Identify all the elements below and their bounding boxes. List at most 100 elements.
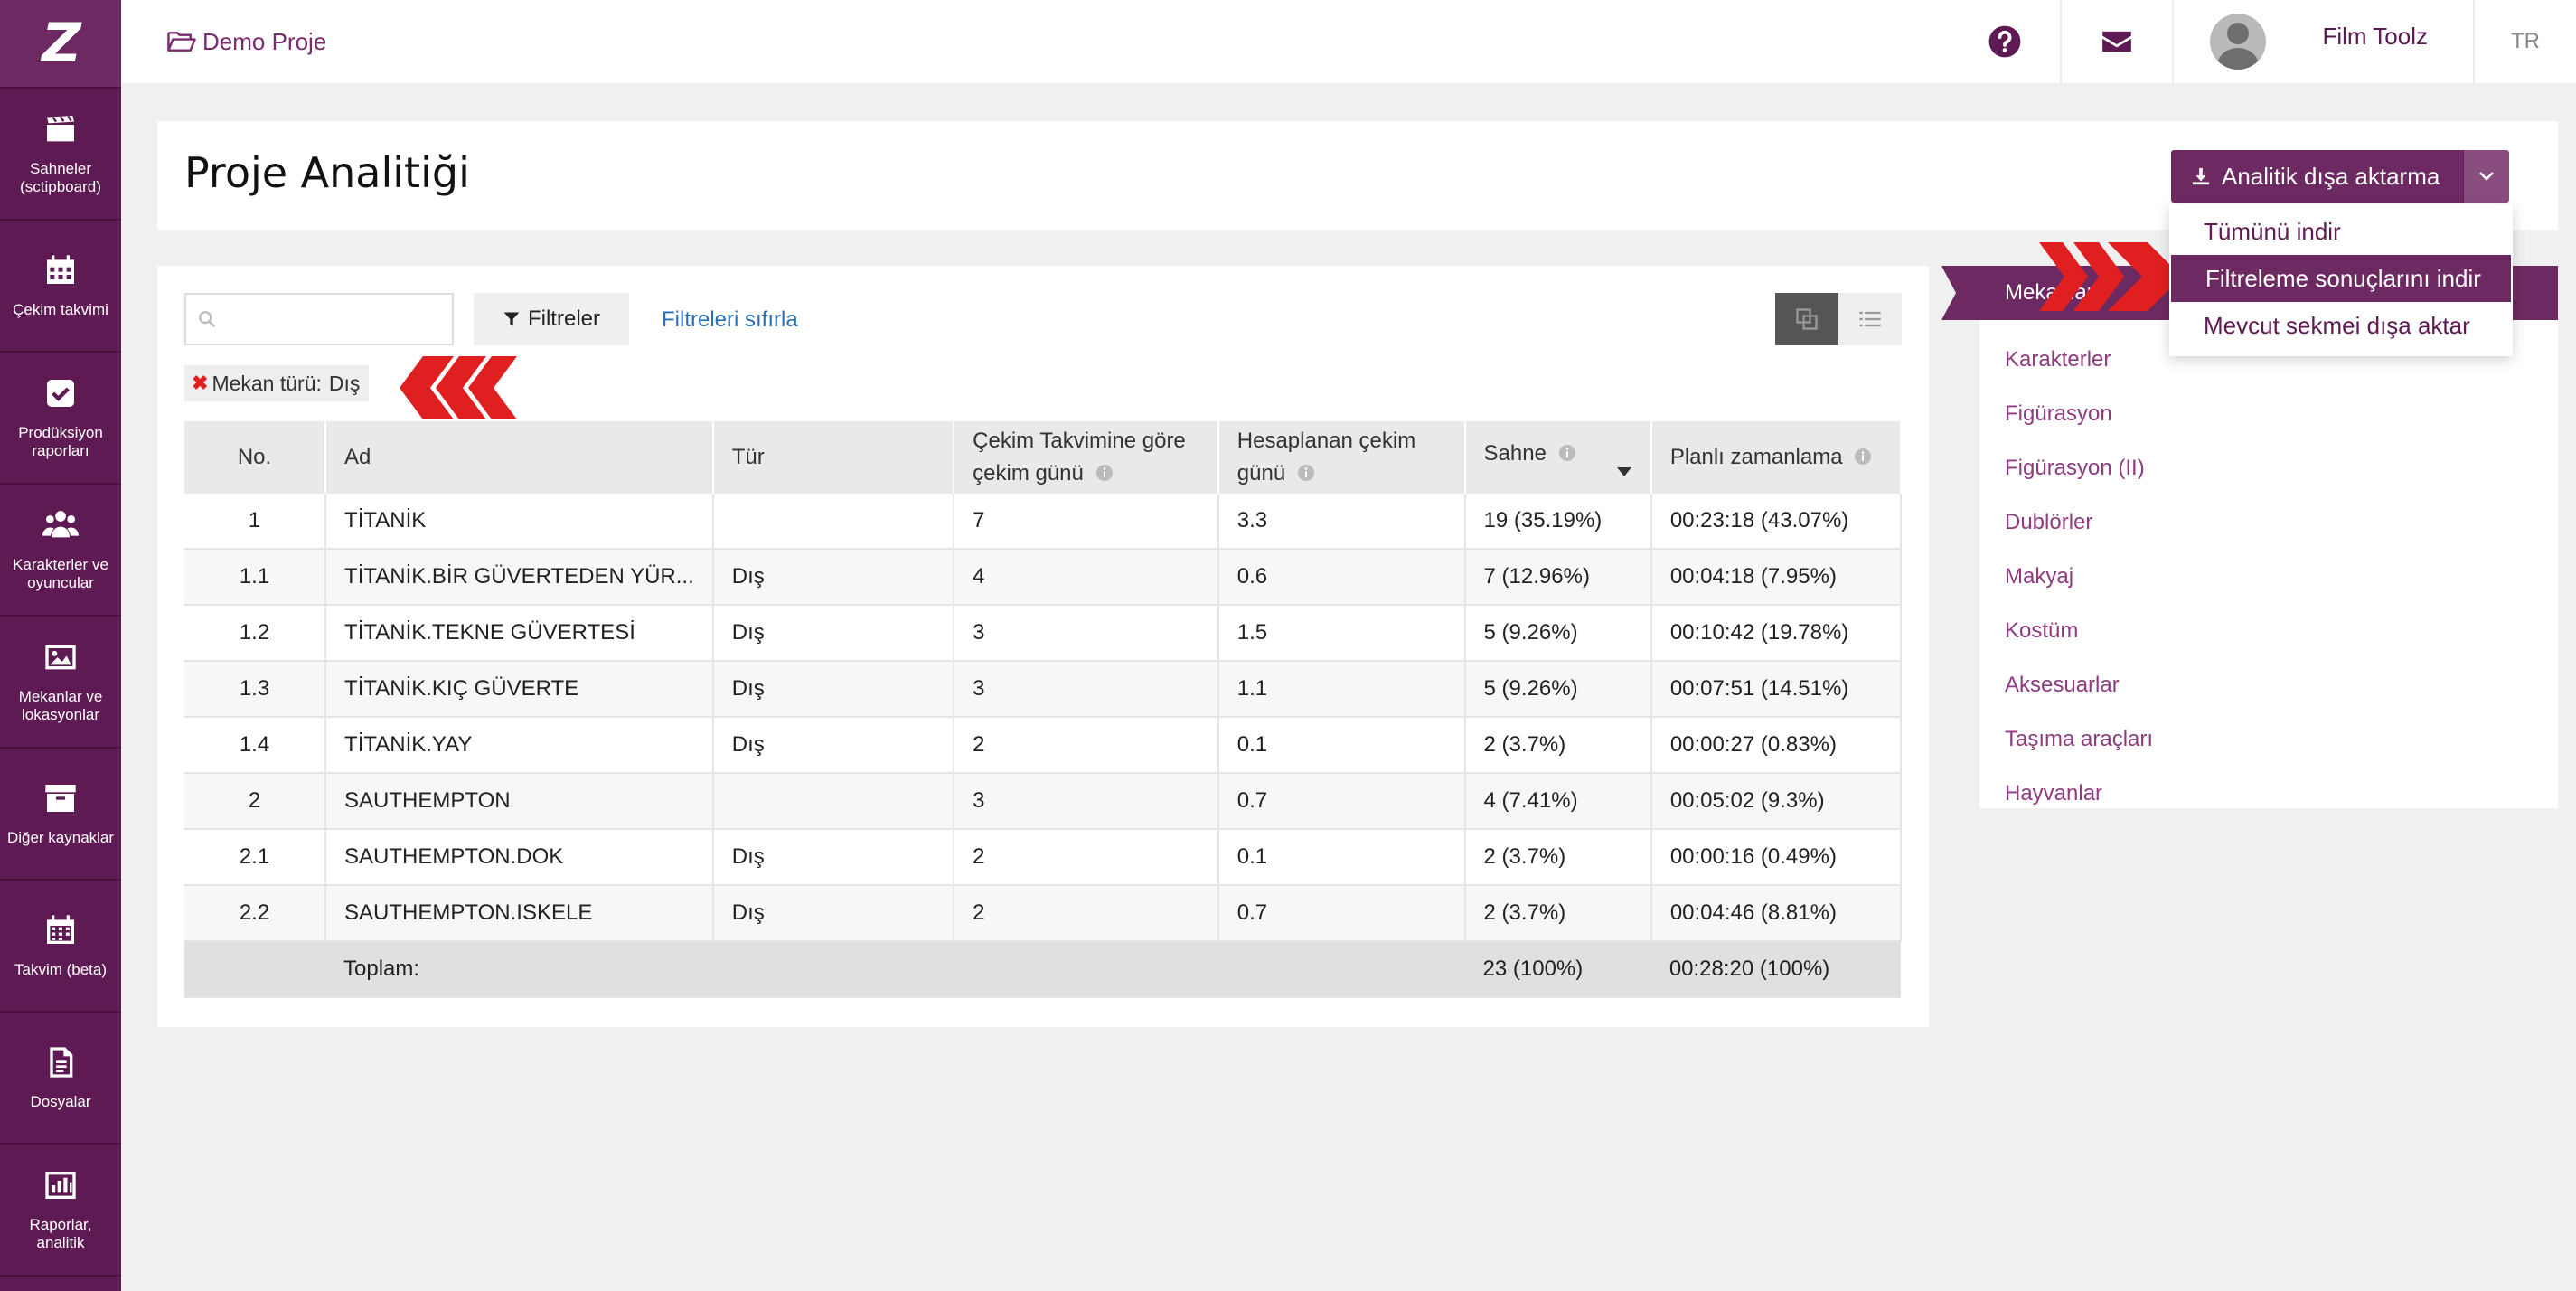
tab-extras-2[interactable]: Figürasyon (II) [2005, 441, 2153, 495]
table-row[interactable]: 2.2 SAUTHEMPTON.ISKELE Dış 2 0.7 2 (3.7%… [184, 885, 1903, 942]
table-row[interactable]: 1.2 TİTANİK.TEKNE GÜVERTESİ Dış 3 1.5 5 … [184, 605, 1903, 662]
breadcrumb[interactable]: Demo Proje [166, 28, 326, 56]
sidebar: Z Sahneler (sctipboard) Çekim takvimi Pr… [0, 0, 121, 1291]
grouped-view-button[interactable] [1775, 293, 1838, 345]
breadcrumb-project[interactable]: Demo Proje [202, 28, 326, 56]
cell-calculated-days: 0.6 [1217, 549, 1466, 606]
table-header-row: No. Ad Tür Çekim Takvimine göre çekim gü… [184, 421, 1903, 494]
cell-schedule-days: 4 [954, 549, 1219, 606]
cell-name: SAUTHEMPTON.DOK [325, 829, 714, 886]
user-menu[interactable]: Film Toolz [2172, 0, 2473, 83]
analytics-table: No. Ad Tür Çekim Takvimine göre çekim gü… [184, 421, 1903, 998]
cell-no: 1.3 [184, 661, 327, 718]
cell-total-label: Toplam: [325, 941, 713, 998]
tab-makeup[interactable]: Makyaj [2005, 550, 2153, 604]
cell-calculated-days: 0.7 [1217, 885, 1466, 942]
menu-item-export-current-tab[interactable]: Mevcut sekmei dışa aktar [2169, 302, 2513, 349]
cell-schedule-days: 7 [954, 494, 1219, 550]
cell-planned: 00:23:18 (43.07%) [1650, 494, 1903, 550]
sidebar-item-label: Dosyalar [30, 1093, 91, 1110]
analytics-card: Filtreler Filtreleri sıfırla ✖ Mekan tür… [157, 266, 1929, 1027]
app-logo[interactable]: Z [0, 0, 121, 89]
table-row[interactable]: 2.1 SAUTHEMPTON.DOK Dış 2 0.1 2 (3.7%) 0… [184, 829, 1903, 886]
tab-costume[interactable]: Kostüm [2005, 604, 2153, 658]
sidebar-item-files[interactable]: Dosyalar [0, 1013, 121, 1145]
help-button[interactable] [1950, 0, 2060, 83]
table-row[interactable]: 2 SAUTHEMPTON 3 0.7 4 (7.41%) 00:05:02 (… [184, 773, 1903, 830]
cell-type: Dış [712, 829, 955, 886]
sidebar-item-calendar-beta[interactable]: Takvim (beta) [0, 881, 121, 1013]
cell-type: Dış [712, 885, 955, 942]
tab-props[interactable]: Aksesuarlar [2005, 658, 2153, 712]
table-row[interactable]: 1 TİTANİK 7 3.3 19 (35.19%) 00:23:18 (43… [184, 494, 1903, 550]
col-header-planned-timing[interactable]: Planlı zamanlama [1650, 421, 1903, 494]
export-dropdown-toggle[interactable] [2463, 150, 2510, 203]
cell-type: Dış [712, 717, 955, 774]
col-header-text: Planlı zamanlama [1669, 445, 1843, 469]
reset-filters-link[interactable]: Filtreleri sıfırla [662, 307, 798, 333]
menu-item-download-all[interactable]: Tümünü indir [2169, 208, 2513, 255]
export-analytics-button[interactable]: Analitik dışa aktarma [2171, 150, 2464, 203]
cell-name: TİTANİK.KIÇ GÜVERTE [325, 661, 714, 718]
tab-extras[interactable]: Figürasyon [2005, 387, 2153, 441]
user-name: Film Toolz [2322, 22, 2428, 50]
clone-icon [1796, 308, 1818, 330]
sort-descending-icon[interactable] [1616, 466, 1632, 477]
table-row[interactable]: 1.1 TİTANİK.BİR GÜVERTEDEN YÜR... Dış 4 … [184, 549, 1903, 606]
chip-label: Mekan türü: [212, 371, 322, 395]
list-view-button[interactable] [1838, 293, 1902, 345]
tab-stunts[interactable]: Dublörler [2005, 495, 2153, 550]
col-header-type[interactable]: Tür [712, 421, 955, 494]
sidebar-item-label: Raporlar, analitik [29, 1216, 92, 1251]
cell-no: 2 [184, 773, 327, 830]
sidebar-item-production-reports[interactable]: Prodüksiyon raporları [0, 353, 121, 485]
tab-animals[interactable]: Hayvanlar [2005, 767, 2153, 821]
cell-schedule-days: 3 [954, 661, 1219, 718]
image-icon [45, 645, 76, 670]
sidebar-item-label: Takvim (beta) [14, 961, 108, 978]
table-row[interactable]: 1.3 TİTANİK.KIÇ GÜVERTE Dış 3 1.1 5 (9.2… [184, 661, 1903, 718]
export-label: Analitik dışa aktarma [2222, 162, 2440, 190]
col-header-no[interactable]: No. [184, 421, 327, 494]
sidebar-item-characters[interactable]: Karakterler ve oyuncular [0, 485, 121, 617]
cell-total-scene: 23 (100%) [1464, 941, 1651, 998]
language-switcher[interactable]: TR [2473, 0, 2576, 83]
cell-scene: 5 (9.26%) [1464, 661, 1652, 718]
sidebar-item-reports-analytics[interactable]: Raporlar, analitik [0, 1145, 121, 1277]
tab-characters[interactable]: Karakterler [2005, 333, 2153, 387]
cell-no: 1 [184, 494, 327, 550]
cell-planned: 00:04:18 (7.95%) [1650, 549, 1903, 606]
filter-funnel-icon [503, 312, 520, 326]
messages-button[interactable] [2060, 0, 2172, 83]
col-header-text: Çekim Takvimine göre [973, 429, 1186, 453]
top-right-controls: Film Toolz TR [1950, 0, 2576, 83]
col-header-scene[interactable]: Sahne [1464, 421, 1652, 494]
bar-chart-icon [45, 1172, 76, 1199]
cell-schedule-days: 3 [954, 773, 1219, 830]
sidebar-item-locations[interactable]: Mekanlar ve lokasyonlar [0, 617, 121, 749]
question-circle-icon [1989, 25, 2021, 58]
menu-item-download-filtered[interactable]: Filtreleme sonuçlarını indir [2171, 255, 2511, 302]
col-header-schedule-days[interactable]: Çekim Takvimine göre çekim günü [954, 421, 1219, 494]
sidebar-item-scenes[interactable]: Sahneler (sctipboard) [0, 89, 121, 221]
cell-empty [1217, 941, 1465, 998]
col-header-calculated-days[interactable]: Hesaplanan çekim günü [1217, 421, 1466, 494]
cell-type: Dış [712, 605, 955, 662]
cell-planned: 00:07:51 (14.51%) [1650, 661, 1903, 718]
table-row[interactable]: 1.4 TİTANİK.YAY Dış 2 0.1 2 (3.7%) 00:00… [184, 717, 1903, 774]
cell-type [712, 494, 955, 550]
cell-no: 2.2 [184, 885, 327, 942]
tab-vehicles[interactable]: Taşıma araçları [2005, 712, 2153, 767]
sidebar-item-label: Diğer kaynaklar [6, 829, 115, 846]
sidebar-item-shooting-schedule[interactable]: Çekim takvimi [0, 221, 121, 353]
remove-filter-icon[interactable]: ✖ [192, 372, 208, 395]
cell-schedule-days: 2 [954, 829, 1219, 886]
search-input[interactable] [226, 302, 447, 338]
annotation-arrows-right-icon [2039, 242, 2182, 311]
col-header-name[interactable]: Ad [325, 421, 714, 494]
cell-scene: 2 (3.7%) [1464, 717, 1652, 774]
filters-button[interactable]: Filtreler [474, 293, 629, 345]
sidebar-item-label: Prodüksiyon raporları [18, 424, 103, 459]
cell-schedule-days: 3 [954, 605, 1219, 662]
sidebar-item-other-resources[interactable]: Diğer kaynaklar [0, 749, 121, 881]
